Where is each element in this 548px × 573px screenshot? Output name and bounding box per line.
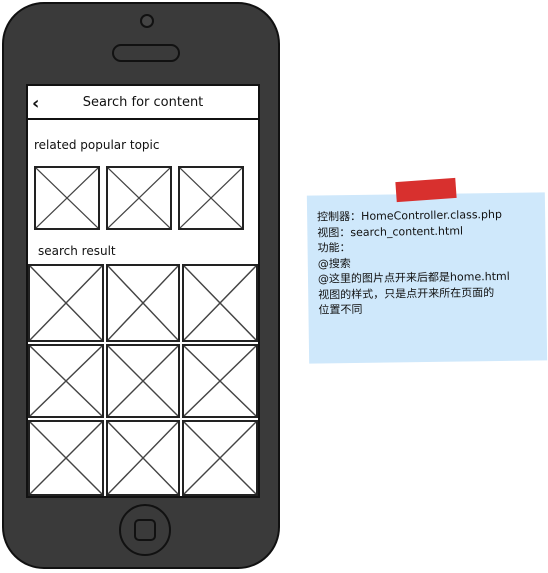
search-result-thumbnail[interactable] xyxy=(106,264,180,342)
annotation-note: 控制器：HomeController.class.php 视图：search_c… xyxy=(306,192,548,364)
camera-icon xyxy=(140,14,154,28)
search-result-thumbnail[interactable] xyxy=(182,420,258,496)
search-result-thumbnail[interactable] xyxy=(106,420,180,496)
related-topic-heading: related popular topic xyxy=(34,138,160,152)
home-square-icon xyxy=(134,519,156,541)
phone-frame: ‹ Search for content related popular top… xyxy=(2,2,280,569)
related-topic-thumbnail[interactable] xyxy=(178,166,244,230)
nav-bar: ‹ Search for content xyxy=(28,90,258,120)
related-topic-thumbnail[interactable] xyxy=(106,166,172,230)
note-line-images: @这里的图片点开来后都是home.html xyxy=(317,269,510,286)
search-result-heading: search result xyxy=(38,244,116,258)
page-title: Search for content xyxy=(82,95,204,110)
search-result-thumbnail[interactable] xyxy=(182,344,258,418)
search-result-thumbnail[interactable] xyxy=(182,264,258,342)
phone-screen: ‹ Search for content related popular top… xyxy=(26,84,260,498)
search-result-thumbnail[interactable] xyxy=(28,344,104,418)
note-line-position: 位置不同 xyxy=(318,302,363,317)
home-button[interactable] xyxy=(119,504,171,556)
note-tape xyxy=(395,177,457,203)
speaker-grille xyxy=(112,44,180,62)
search-result-thumbnail[interactable] xyxy=(106,344,180,418)
related-topic-thumbnail[interactable] xyxy=(34,166,100,230)
search-result-thumbnail[interactable] xyxy=(28,420,104,496)
search-result-thumbnail[interactable] xyxy=(28,264,104,342)
